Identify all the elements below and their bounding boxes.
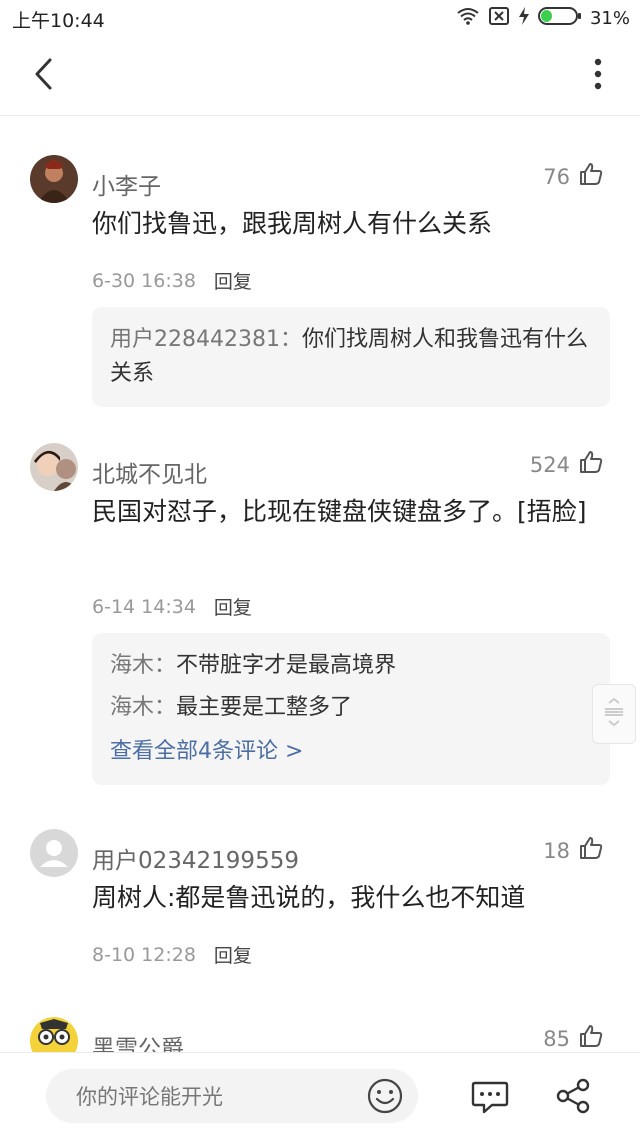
status-time: 上午10:44 [12, 10, 105, 32]
chevron-left-icon [33, 57, 55, 95]
more-button[interactable] [578, 54, 618, 98]
comment-username[interactable]: 黑雪公爵 [92, 1029, 184, 1052]
share-icon[interactable] [554, 1077, 592, 1115]
comment-time: 6-30 16:38 [92, 269, 196, 292]
like-button[interactable]: 524 [530, 449, 604, 480]
comment-item: 黑雪公爵 85 [0, 1017, 640, 1052]
like-count: 18 [543, 838, 570, 863]
comment-item: 用户02342199559 18 周树人:都是鲁迅说的，我什么也不知道 8-10… [0, 829, 640, 979]
reply-line: 海木：不带脏字才是最高境界 [110, 653, 397, 678]
status-bar: 上午10:44 31% [0, 0, 640, 36]
battery-icon [537, 6, 582, 30]
reply-user[interactable]: 海木 [110, 695, 154, 720]
comment-meta: 8-10 12:28 回复 [92, 941, 252, 968]
reply-button[interactable]: 回复 [214, 941, 252, 968]
like-count: 76 [543, 164, 570, 189]
reply-line: 海木：最主要是工整多了 [110, 695, 353, 720]
comment-meta: 6-30 16:38 回复 [92, 267, 252, 294]
sim-off-icon [488, 6, 510, 30]
comment-time: 8-10 12:28 [92, 943, 196, 966]
thumbs-up-icon [578, 1023, 604, 1052]
reply-box[interactable]: 海木：不带脏字才是最高境界 海木：最主要是工整多了 查看全部4条评论 > [92, 633, 610, 785]
comment-text: 你们找鲁迅，跟我周树人有什么关系 [92, 209, 493, 238]
nav-bar [0, 36, 640, 116]
avatar[interactable] [30, 1017, 78, 1052]
avatar[interactable] [30, 155, 78, 203]
comment-username[interactable]: 北城不见北 [92, 455, 207, 489]
comment-text: 民国对怼子，比现在键盘侠键盘多了。[捂脸] [92, 497, 587, 526]
thumbs-up-icon [578, 161, 604, 192]
thumbs-up-icon [578, 835, 604, 866]
like-button[interactable]: 76 [543, 161, 604, 192]
avatar[interactable] [30, 443, 78, 491]
back-button[interactable] [22, 54, 66, 98]
more-vertical-icon [594, 58, 602, 94]
like-count: 85 [543, 1026, 570, 1051]
view-all-replies-link[interactable]: 查看全部4条评论 > [110, 735, 592, 769]
comment-username[interactable]: 小李子 [92, 167, 161, 201]
bottom-bar: 你的评论能开光 [0, 1052, 640, 1138]
thumbs-up-icon [578, 449, 604, 480]
comment-username[interactable]: 用户02342199559 [92, 841, 299, 875]
battery-percent: 31% [589, 7, 630, 29]
comment-input[interactable]: 你的评论能开光 [46, 1069, 418, 1123]
drag-handle-icon [601, 697, 627, 731]
reply-button[interactable]: 回复 [214, 593, 252, 620]
comment-icon[interactable] [470, 1077, 510, 1117]
status-icons: 31% [456, 6, 630, 30]
like-button[interactable]: 85 [543, 1023, 604, 1052]
reply-line: 用户228442381：你们找周树人和我鲁迅有什么关系 [110, 327, 589, 386]
wifi-icon [456, 6, 480, 30]
reply-text: 不带脏字才是最高境界 [176, 653, 397, 678]
scroll-handle[interactable] [592, 684, 636, 744]
emoji-icon[interactable] [366, 1077, 404, 1115]
comment-input-placeholder: 你的评论能开光 [76, 1085, 223, 1109]
comment-time: 6-14 14:34 [92, 595, 196, 618]
like-count: 524 [529, 452, 570, 477]
comment-text: 周树人:都是鲁迅说的，我什么也不知道 [92, 883, 526, 912]
charging-icon [518, 6, 530, 30]
reply-user[interactable]: 海木 [110, 653, 154, 678]
like-button[interactable]: 18 [543, 835, 604, 866]
comment-item: 北城不见北 524 民国对怼子，比现在键盘侠键盘多了。[捂脸] 6-14 14:… [0, 443, 640, 803]
reply-box[interactable]: 用户228442381：你们找周树人和我鲁迅有什么关系 [92, 307, 610, 407]
default-avatar-icon[interactable] [30, 829, 78, 877]
reply-user[interactable]: 用户228442381 [110, 327, 280, 352]
reply-button[interactable]: 回复 [214, 267, 252, 294]
reply-text: 最主要是工整多了 [176, 695, 353, 720]
comment-item: 小李子 76 你们找鲁迅，跟我周树人有什么关系 6-30 16:38 回复 用户… [0, 155, 640, 415]
comment-list: 小李子 76 你们找鲁迅，跟我周树人有什么关系 6-30 16:38 回复 用户… [0, 117, 640, 1052]
comment-meta: 6-14 14:34 回复 [92, 593, 252, 620]
